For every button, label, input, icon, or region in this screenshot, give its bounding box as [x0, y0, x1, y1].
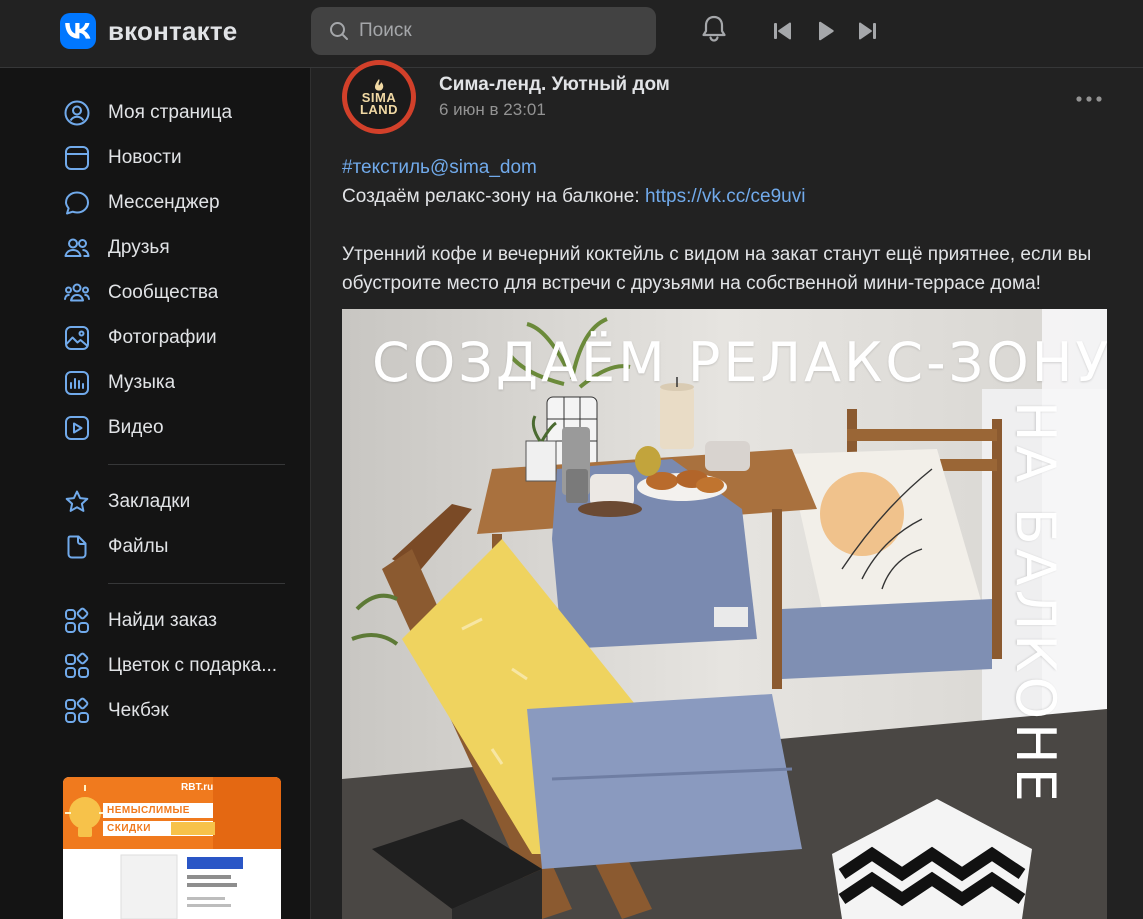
sidebar-item-news[interactable]: Новости: [60, 135, 290, 180]
post-date[interactable]: 6 июн в 23:01: [439, 100, 546, 120]
ad-banner[interactable]: RBT.ru НЕМЫСЛИМЫЕ СКИДКИ: [63, 777, 281, 919]
ad-banner-image: [63, 777, 281, 919]
balcony-scene-image: [342, 309, 1107, 919]
sidebar-item-label: Фотографии: [108, 326, 217, 348]
file-icon: [67, 535, 87, 558]
post-card: SIMA LAND Сима-ленд. Уютный дом 6 июн в …: [310, 60, 1143, 919]
sidebar-item-label: Мессенджер: [108, 191, 220, 213]
apps-icon: [65, 607, 89, 633]
sidebar-item-label: Сообщества: [108, 281, 219, 303]
search-box[interactable]: [311, 7, 656, 55]
post-intro-text: Создаём релакс-зону на балконе:: [342, 186, 645, 207]
sidebar-item-find-order[interactable]: Найди заказ: [60, 598, 290, 643]
video-icon: [65, 415, 89, 440]
ad-headline-1: НЕМЫСЛИМЫЕ: [107, 805, 190, 816]
search-input[interactable]: [359, 20, 629, 42]
news-icon: [65, 145, 89, 170]
apps-icon: [65, 697, 89, 723]
sidebar-item-gift-flower[interactable]: Цветок с подарка...: [60, 643, 290, 688]
post-text: #текстиль@sima_dom Создаём релакс-зону н…: [342, 153, 1122, 298]
music-icon: [65, 370, 89, 395]
bookmark-star-icon: [65, 490, 89, 512]
photo-title-line-2: НА БАЛКОНЕ: [1004, 401, 1067, 806]
sidebar-item-label: Чекбэк: [108, 699, 169, 721]
play-icon[interactable]: [814, 19, 838, 43]
sidebar-item-messenger[interactable]: Мессенджер: [60, 180, 290, 225]
search-icon: [330, 22, 348, 40]
post-photo[interactable]: СОЗДАЁМ РЕЛАКС-ЗОНУ НА БАЛКОНЕ: [342, 309, 1107, 919]
logo-text: вконтакте: [108, 15, 238, 46]
sidebar-item-my-page[interactable]: Моя страница: [60, 90, 290, 135]
sidebar-item-label: Видео: [108, 416, 164, 438]
friends-icon: [64, 238, 90, 257]
sidebar-item-label: Цветок с подарка...: [108, 654, 278, 676]
hashtag-link[interactable]: #текстиль@sima_dom: [342, 157, 537, 178]
sidebar-item-label: Моя страница: [108, 101, 233, 123]
sidebar-item-video[interactable]: Видео: [60, 405, 290, 450]
sidebar-item-label: Найди заказ: [108, 609, 217, 631]
ad-brand: RBT.ru: [181, 782, 214, 793]
vk-logo-icon: [60, 13, 96, 49]
left-sidebar: Моя страница Новости Мессенджер Друзья С…: [60, 90, 290, 733]
sidebar-item-label: Закладки: [108, 490, 191, 512]
more-options-icon[interactable]: [1075, 94, 1103, 104]
author-avatar[interactable]: SIMA LAND: [342, 60, 416, 134]
sidebar-item-label: Файлы: [108, 535, 169, 557]
sidebar-item-friends[interactable]: Друзья: [60, 225, 290, 270]
vk-logo[interactable]: вконтакте: [60, 13, 237, 49]
sidebar-item-communities[interactable]: Сообщества: [60, 270, 290, 315]
messenger-icon: [65, 191, 89, 214]
sidebar-item-label: Друзья: [108, 236, 170, 258]
sidebar-item-music[interactable]: Музыка: [60, 360, 290, 405]
next-track-icon[interactable]: [855, 19, 879, 43]
profile-icon: [64, 100, 90, 125]
sidebar-divider: [108, 583, 285, 584]
post-paragraph: Утренний кофе и вечерний коктейль с видо…: [342, 244, 1092, 294]
sidebar-item-bookmarks[interactable]: Закладки: [60, 479, 290, 524]
sidebar-item-label: Новости: [108, 146, 182, 168]
previous-track-icon[interactable]: [771, 19, 795, 43]
sidebar-item-files[interactable]: Файлы: [60, 524, 290, 569]
photos-icon: [65, 325, 89, 350]
post-author-name[interactable]: Сима-ленд. Уютный дом: [439, 74, 670, 96]
sidebar-item-photos[interactable]: Фотографии: [60, 315, 290, 360]
post-external-link[interactable]: https://vk.cc/ce9uvi: [645, 186, 806, 207]
photo-title-line-1: СОЗДАЁМ РЕЛАКС-ЗОНУ: [372, 331, 1107, 394]
sima-land-logo: SIMA LAND: [347, 65, 411, 129]
top-header: вконтакте: [0, 0, 1143, 68]
sidebar-item-checkback[interactable]: Чекбэк: [60, 688, 290, 733]
sidebar-divider: [108, 464, 285, 465]
ad-headline-2: СКИДКИ: [107, 823, 151, 834]
apps-icon: [65, 652, 89, 678]
communities-icon: [64, 283, 90, 301]
bell-icon[interactable]: [697, 12, 731, 46]
sidebar-item-label: Музыка: [108, 371, 176, 393]
